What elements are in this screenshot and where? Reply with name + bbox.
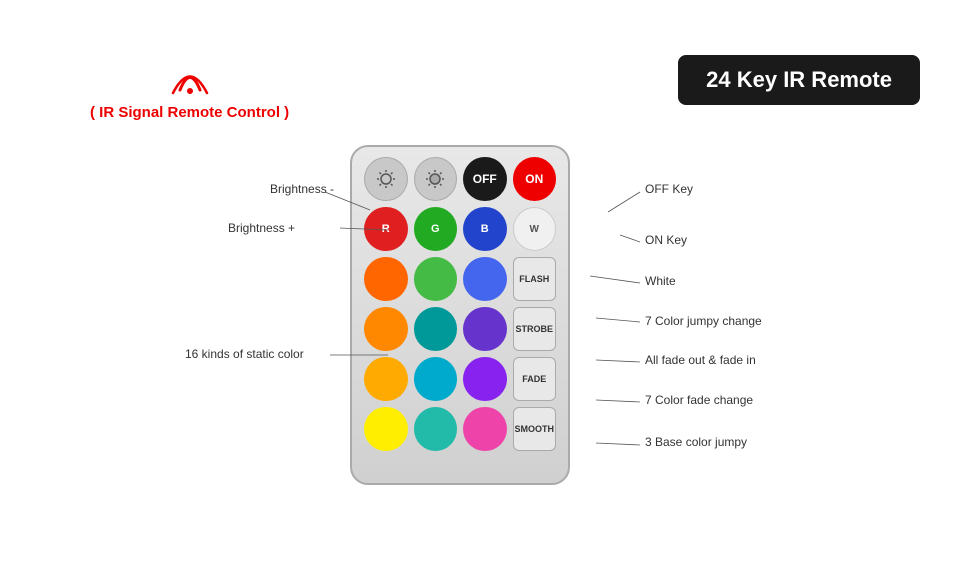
color-cyan-button[interactable] xyxy=(414,357,458,401)
color-pink-button[interactable] xyxy=(463,407,507,451)
color-teal2-button[interactable] xyxy=(414,407,458,451)
brightness-plus-label: Brightness + xyxy=(228,221,295,235)
white-label: White xyxy=(645,274,676,288)
brightness-plus-button[interactable] xyxy=(414,157,458,201)
color-green1-button[interactable] xyxy=(414,257,458,301)
ir-icon xyxy=(90,55,289,100)
strobe-button[interactable]: STROBE xyxy=(513,307,557,351)
ir-signal-section: ( IR Signal Remote Control ) xyxy=(90,55,289,121)
strobe-label: All fade out & fade in xyxy=(645,353,756,367)
title-badge: 24 Key IR Remote xyxy=(678,55,920,105)
color-orange1-button[interactable] xyxy=(364,257,408,301)
on-key-label: ON Key xyxy=(645,233,687,247)
static-colors-label: 16 kinds of static color xyxy=(185,347,304,361)
flash-label: 7 Color jumpy change xyxy=(645,314,762,328)
color-violet-button[interactable] xyxy=(463,357,507,401)
color-blue1-button[interactable] xyxy=(463,257,507,301)
color-orange2-button[interactable] xyxy=(364,307,408,351)
smooth-label: 3 Base color jumpy xyxy=(645,435,747,449)
ir-signal-label: ( IR Signal Remote Control ) xyxy=(90,104,289,121)
row-3: FLASH xyxy=(364,257,556,301)
row-rgbw: R G B W xyxy=(364,207,556,251)
red-button[interactable]: R xyxy=(364,207,408,251)
color-amber-button[interactable] xyxy=(364,357,408,401)
smooth-button[interactable]: SMOOTH xyxy=(513,407,557,451)
blue-button[interactable]: B xyxy=(463,207,507,251)
remote-body: OFF ON R G B W FLASH STROBE xyxy=(350,145,570,485)
white-button[interactable]: W xyxy=(513,207,557,251)
flash-button[interactable]: FLASH xyxy=(513,257,557,301)
brightness-minus-button[interactable] xyxy=(364,157,408,201)
color-yellow-button[interactable] xyxy=(364,407,408,451)
page-container: 24 Key IR Remote ( IR Signal Remote Cont… xyxy=(0,0,960,578)
color-teal-button[interactable] xyxy=(414,307,458,351)
fade-button[interactable]: FADE xyxy=(513,357,557,401)
row-top: OFF ON xyxy=(364,157,556,201)
color-purple-button[interactable] xyxy=(463,307,507,351)
green-button[interactable]: G xyxy=(414,207,458,251)
title-text: 24 Key IR Remote xyxy=(706,67,892,92)
row-6: SMOOTH xyxy=(364,407,556,451)
row-5: FADE xyxy=(364,357,556,401)
fade-label: 7 Color fade change xyxy=(645,393,753,407)
on-button[interactable]: ON xyxy=(513,157,556,201)
off-button[interactable]: OFF xyxy=(463,157,506,201)
row-4: STROBE xyxy=(364,307,556,351)
off-key-label: OFF Key xyxy=(645,182,693,196)
brightness-minus-label: Brightness - xyxy=(270,182,334,196)
